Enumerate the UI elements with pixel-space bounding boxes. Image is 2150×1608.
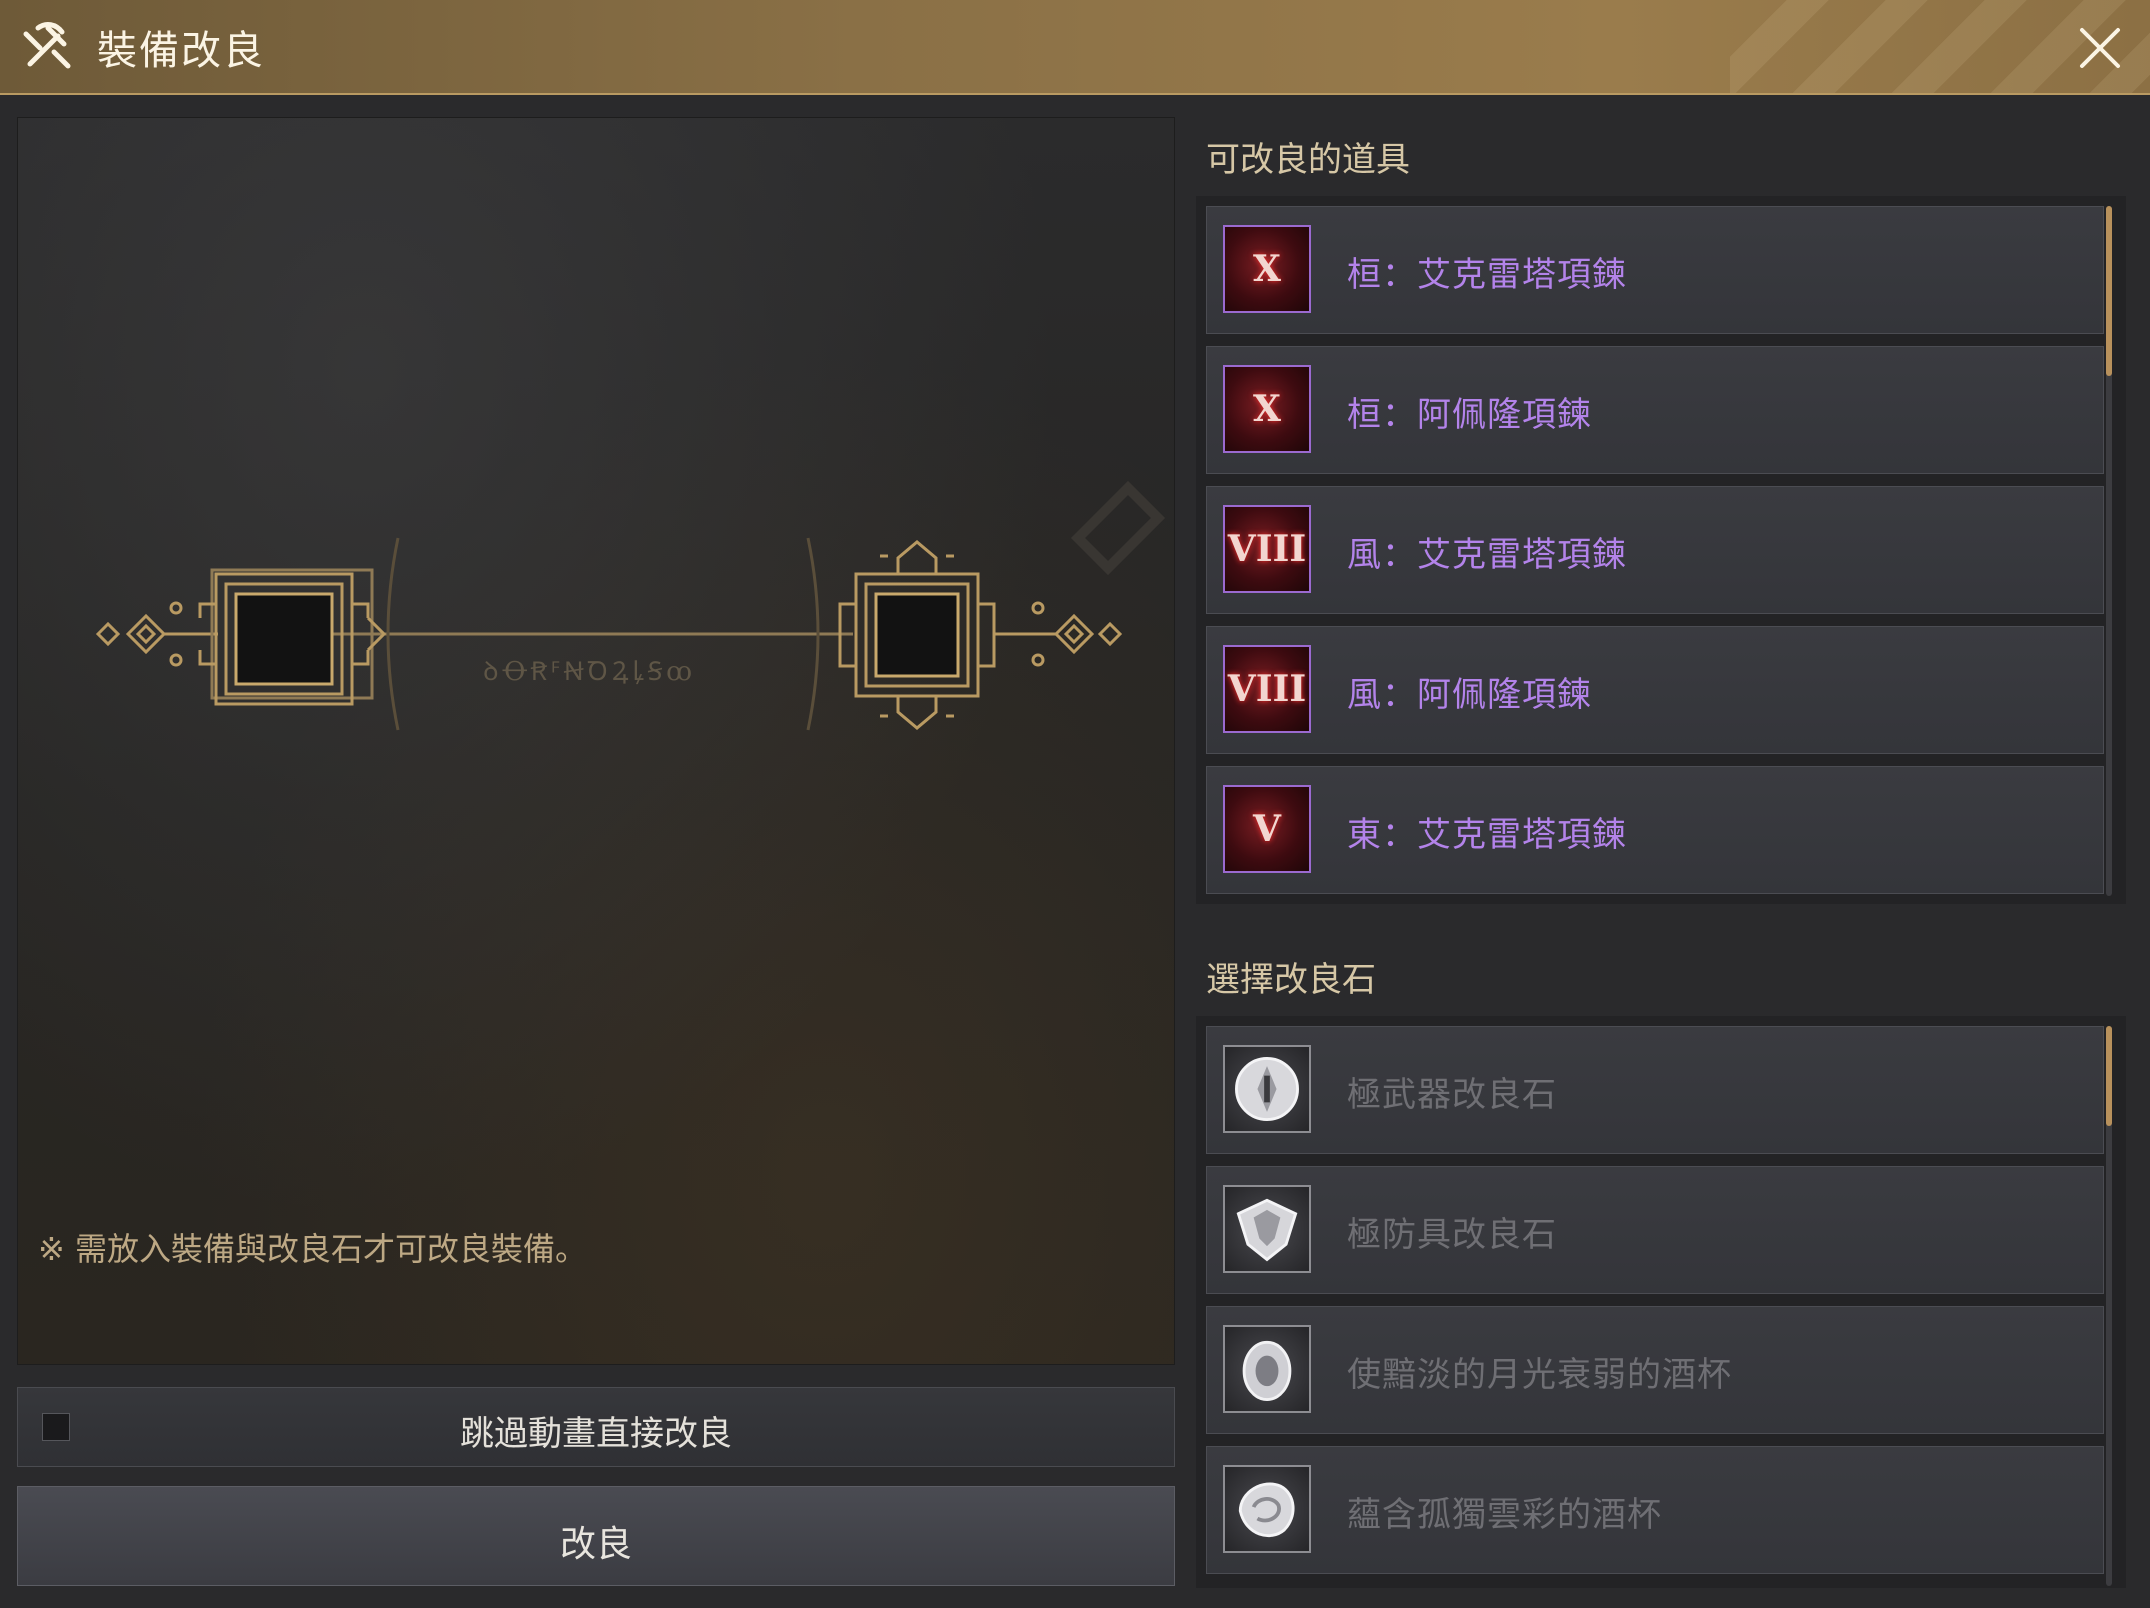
- refinable-items-scroll-thumb[interactable]: [2106, 206, 2112, 376]
- item-label: 東：艾克雷塔項鍊: [1347, 815, 1627, 855]
- refinable-items-scrollbar[interactable]: [2106, 206, 2112, 896]
- refine-stones-title: 選擇改良石: [1206, 960, 1376, 1000]
- refine-stones-list: 極武器改良石 極防具改良石 使黯淡的月光衰弱的酒杯 蘊含孤獨雲彩的酒杯: [1196, 1016, 2126, 1588]
- item-label: 桓：阿佩隆項鍊: [1347, 395, 1592, 435]
- list-item[interactable]: VIII 風：阿佩隆項鍊: [1206, 626, 2104, 754]
- refinable-items-title: 可改良的道具: [1206, 140, 1410, 180]
- item-label: 風：艾克雷塔項鍊: [1347, 535, 1627, 575]
- close-icon[interactable]: [2072, 20, 2128, 76]
- tier-numeral: X: [1253, 248, 1281, 290]
- list-item[interactable]: V 東：艾克雷塔項鍊: [1206, 766, 2104, 894]
- list-item[interactable]: 使黯淡的月光衰弱的酒杯: [1206, 1306, 2104, 1434]
- necklace-icon: VIII: [1223, 645, 1311, 733]
- refine-slot-diagram: ꝺꝊꞦꟳꞤꝹꝜꝲꞨꝏ: [95, 480, 1166, 731]
- background-sigil: [1070, 480, 1166, 576]
- refine-button-label: 改良: [559, 1524, 632, 1565]
- item-label: 使黯淡的月光衰弱的酒杯: [1347, 1355, 1732, 1395]
- skip-animation-label: 跳過動畫直接改良: [460, 1414, 732, 1454]
- tier-numeral: X: [1253, 388, 1281, 430]
- list-item[interactable]: VIII 風：艾克雷塔項鍊: [1206, 486, 2104, 614]
- list-item[interactable]: 極武器改良石: [1206, 1026, 2104, 1154]
- tier-numeral: V: [1253, 808, 1281, 850]
- list-item[interactable]: X 桓：阿佩隆項鍊: [1206, 346, 2104, 474]
- necklace-icon: VIII: [1223, 505, 1311, 593]
- list-item[interactable]: 蘊含孤獨雲彩的酒杯: [1206, 1446, 2104, 1574]
- right-ornament: [994, 601, 1123, 667]
- title-bar: 裝備改良: [0, 0, 2150, 95]
- notice-text: ※ 需放入裝備與改良石才可改良裝備。: [38, 1230, 587, 1268]
- stone-slot[interactable]: [838, 540, 996, 730]
- cloud-stone-icon: [1223, 1465, 1311, 1553]
- item-label: 蘊含孤獨雲彩的酒杯: [1347, 1495, 1662, 1535]
- tier-numeral: VIII: [1227, 668, 1307, 710]
- refinable-items-list: X 桓：艾克雷塔項鍊 X 桓：阿佩隆項鍊 VIII 風：艾克雷塔項鍊 VIII …: [1196, 196, 2126, 904]
- rune-inscription: ꝺꝊꞦꟳꞤꝹꝜꝲꞨꝏ: [483, 657, 696, 687]
- equipment-slot[interactable]: [198, 568, 387, 706]
- necklace-icon: X: [1223, 365, 1311, 453]
- list-item[interactable]: X 桓：艾克雷塔項鍊: [1206, 206, 2104, 334]
- list-item[interactable]: 極防具改良石: [1206, 1166, 2104, 1294]
- hammer-pick-icon: [23, 22, 71, 69]
- refine-stage: ꝺꝊꞦꟳꞤꝹꝜꝲꞨꝏ ※ 需放入裝備與改良石才可改良裝備。: [17, 117, 1175, 1365]
- item-label: 極防具改良石: [1347, 1215, 1557, 1255]
- tier-numeral: VIII: [1227, 528, 1307, 570]
- skip-animation-row[interactable]: 跳過動畫直接改良: [17, 1387, 1175, 1467]
- weapon-stone-icon: [1223, 1045, 1311, 1133]
- item-label: 桓：艾克雷塔項鍊: [1347, 255, 1627, 295]
- necklace-icon: V: [1223, 785, 1311, 873]
- necklace-icon: X: [1223, 225, 1311, 313]
- refine-stones-scrollbar[interactable]: [2106, 1026, 2112, 1586]
- refine-stones-scroll-thumb[interactable]: [2106, 1026, 2112, 1126]
- item-label: 極武器改良石: [1347, 1075, 1557, 1115]
- refine-button[interactable]: 改良: [17, 1486, 1175, 1586]
- item-label: 風：阿佩隆項鍊: [1347, 675, 1592, 715]
- goblet-stone-icon: [1223, 1325, 1311, 1413]
- window-title: 裝備改良: [97, 28, 265, 74]
- armor-stone-icon: [1223, 1185, 1311, 1273]
